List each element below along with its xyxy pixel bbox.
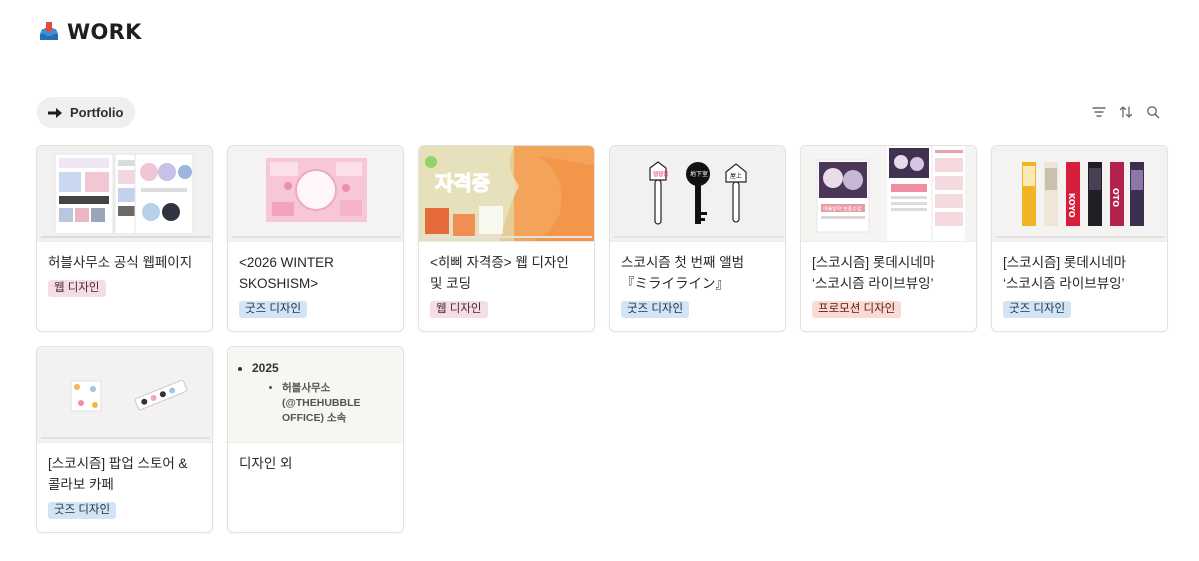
gallery-card[interactable]: KOYO OTO [스코시즘] 롯데시네마 ‘스코시즘 라이브뷰잉’ 굿즈 디자… — [991, 145, 1168, 332]
gallery-card[interactable]: 허블사무소 공식 웹페이지 웹 디자인 — [36, 145, 213, 332]
card-cover-image: 웹웹웹 地下室 屋上 — [610, 146, 785, 242]
svg-text:地下室: 地下室 — [690, 170, 708, 178]
list-item: 허블사무소 (@THEHUBBLE OFFICE) 소속 — [282, 381, 372, 426]
gallery-card[interactable]: <2026 WINTER SKOSHISM> 굿즈 디자인 — [227, 145, 404, 332]
tag-badge: 굿즈 디자인 — [621, 301, 690, 318]
tab-portfolio[interactable]: Portfolio — [37, 97, 136, 128]
card-title: [스코시즘] 롯데시네마 ‘스코시즘 라이브뷰잉’ — [1003, 255, 1127, 291]
page-header: WORK — [37, 20, 142, 44]
list-item-text: 2025 — [252, 361, 279, 375]
card-title: 허블사무소 공식 웹페이지 — [48, 255, 193, 270]
gallery-card[interactable]: 여름방학 보충수업 [스코시즘] 롯데시네마 ‘스코시즘 라이브뷰잉’ 프로모션… — [800, 145, 977, 332]
card-title: <히삐 자격증> 웹 디자인 및 코딩 — [430, 255, 569, 291]
card-cover-image — [37, 347, 212, 443]
card-title: 스코시즘 첫 번째 앨범『ミライライン』 — [621, 255, 745, 291]
svg-text:자격증: 자격증 — [435, 171, 490, 195]
search-icon[interactable] — [1144, 103, 1161, 120]
svg-text:OTO: OTO — [1111, 188, 1120, 207]
gallery-grid: 허블사무소 공식 웹페이지 웹 디자인 <2026 WINTER SKOSHIS… — [36, 145, 1168, 533]
page-title: WORK — [67, 20, 142, 44]
svg-text:屋上: 屋上 — [730, 172, 742, 180]
tag-badge: 굿즈 디자인 — [239, 301, 308, 318]
tab-label: Portfolio — [70, 105, 124, 120]
gallery-card[interactable]: 웹웹웹 地下室 屋上 스코시즘 첫 번째 앨범『ミライライン』 굿즈 디자인 — [609, 145, 786, 332]
card-title: [스코시즘] 팝업 스토어 & 콜라보 카페 — [48, 456, 188, 492]
right-arrow-icon — [47, 105, 63, 121]
card-cover-image — [37, 146, 212, 242]
svg-text:여름방학 보충수업: 여름방학 보충수업 — [823, 206, 861, 213]
gallery-card[interactable]: [스코시즘] 팝업 스토어 & 콜라보 카페 굿즈 디자인 — [36, 346, 213, 533]
inbox-tray-icon — [37, 20, 61, 44]
card-cover-image: KOYO OTO — [992, 146, 1167, 242]
tag-badge: 굿즈 디자인 — [1003, 301, 1072, 318]
card-cover-image — [228, 146, 403, 242]
sort-icon[interactable] — [1117, 103, 1134, 120]
view-toolbar — [1090, 103, 1161, 120]
card-cover-doc-preview: 2025 허블사무소 (@THEHUBBLE OFFICE) 소속 — [228, 347, 403, 443]
tag-badge: 웹 디자인 — [48, 280, 106, 297]
doc-preview: 2025 허블사무소 (@THEHUBBLE OFFICE) 소속 — [228, 347, 403, 442]
list-item-text: 허블사무소 (@THEHUBBLE OFFICE) 소속 — [282, 382, 361, 424]
tag-badge: 굿즈 디자인 — [48, 502, 117, 519]
svg-text:KOYO: KOYO — [1067, 193, 1076, 218]
svg-text:웹웹웹: 웹웹웹 — [653, 170, 668, 178]
tag-badge: 웹 디자인 — [430, 301, 488, 318]
card-title: 디자인 외 — [239, 456, 293, 471]
card-title: [스코시즘] 롯데시네마 ‘스코시즘 라이브뷰잉’ — [812, 255, 936, 291]
tag-badge: 프로모션 디자인 — [812, 301, 902, 318]
gallery-card[interactable]: 자격증 <히삐 자격증> 웹 디자인 및 코딩 웹 디자인 — [418, 145, 595, 332]
gallery-card[interactable]: 2025 허블사무소 (@THEHUBBLE OFFICE) 소속 디자인 외 — [227, 346, 404, 533]
list-item: 2025 허블사무소 (@THEHUBBLE OFFICE) 소속 — [252, 361, 403, 426]
card-cover-image: 여름방학 보충수업 — [801, 146, 976, 242]
filter-icon[interactable] — [1090, 103, 1107, 120]
card-title: <2026 WINTER SKOSHISM> — [239, 255, 334, 291]
card-cover-image: 자격증 — [419, 146, 594, 242]
